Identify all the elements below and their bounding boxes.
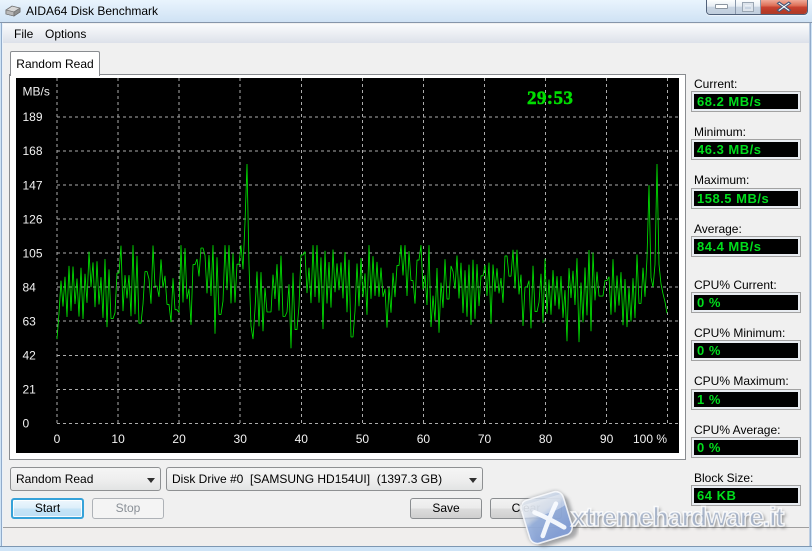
svg-text:168: 168 [23, 144, 43, 158]
svg-text:105: 105 [23, 246, 43, 260]
svg-text:42: 42 [23, 349, 37, 363]
svg-text:10: 10 [111, 432, 125, 446]
svg-text:126: 126 [23, 212, 43, 226]
svg-text:100 %: 100 % [633, 432, 667, 446]
svg-text:20: 20 [172, 432, 186, 446]
svg-text:147: 147 [23, 178, 43, 192]
svg-text:189: 189 [23, 110, 43, 124]
svg-text:29:53: 29:53 [527, 88, 573, 109]
svg-text:0: 0 [23, 417, 30, 431]
svg-text:30: 30 [234, 432, 248, 446]
svg-text:0: 0 [54, 432, 61, 446]
svg-text:70: 70 [478, 432, 492, 446]
svg-text:90: 90 [600, 432, 614, 446]
svg-text:60: 60 [417, 432, 431, 446]
svg-text:50: 50 [356, 432, 370, 446]
svg-text:40: 40 [295, 432, 309, 446]
svg-text:80: 80 [539, 432, 553, 446]
svg-text:MB/s: MB/s [23, 85, 50, 99]
svg-text:21: 21 [23, 383, 37, 397]
svg-text:84: 84 [23, 280, 37, 294]
svg-text:63: 63 [23, 314, 37, 328]
